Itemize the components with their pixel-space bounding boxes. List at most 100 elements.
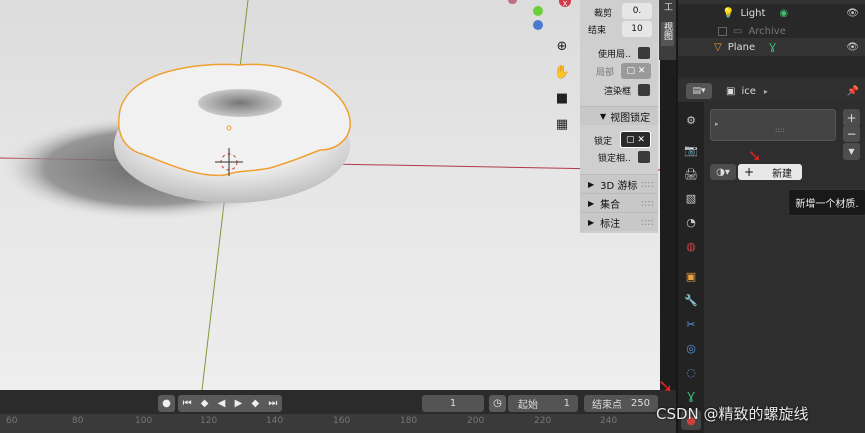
drag-handle-icon[interactable]: ::::: [641, 179, 654, 190]
light-icon: 💡: [722, 7, 735, 19]
gizmo-z-dot[interactable]: [533, 20, 543, 30]
tooltip: 新增一个材质.: [788, 189, 865, 216]
end-label: 结束: [588, 25, 607, 36]
prev-keyframe-icon[interactable]: ◆: [201, 398, 209, 409]
material-properties: ▸ :::: + − ▼ ◑▾ + 新建 新增一个材质. ➘: [704, 102, 865, 433]
ruler-tick: 240: [600, 416, 618, 426]
lock-object-field[interactable]: ▢ ✕: [620, 131, 651, 148]
eye-icon[interactable]: 👁: [846, 8, 859, 19]
cursor-panel-header[interactable]: ▶ 3D 游标 ::::: [580, 174, 658, 193]
outliner-item-name: Light: [740, 7, 766, 19]
lock-relative-checkbox[interactable]: [638, 151, 650, 163]
chevron-right-icon: ▶: [588, 179, 595, 189]
material-slot-list[interactable]: ▸ ::::: [710, 109, 836, 141]
annotation-panel-label: 标注: [600, 218, 621, 230]
end-field[interactable]: 10: [622, 21, 652, 37]
ruler-tick: 120: [200, 416, 218, 426]
jump-end-icon[interactable]: ⏭: [268, 398, 277, 409]
use-local-checkbox[interactable]: [638, 47, 650, 59]
use-local-label: 使用局..: [598, 49, 631, 60]
constraints-tab-icon[interactable]: ◌: [681, 362, 701, 382]
archive-icon: ▭: [733, 25, 743, 37]
local-object-field[interactable]: ▢ ✕: [621, 63, 651, 79]
chevron-down-icon[interactable]: ▼: [843, 143, 860, 160]
pin-icon[interactable]: 📌: [847, 86, 859, 97]
play-reverse-icon[interactable]: ◀: [218, 398, 226, 409]
watermark: CSDN @精致的螺旋线: [656, 405, 809, 423]
tool-tab-icon[interactable]: ⚙: [681, 110, 701, 130]
drag-handle-icon[interactable]: ::::: [641, 217, 654, 228]
ruler-tick: 60: [6, 416, 18, 426]
camera-icon[interactable]: ■: [553, 89, 571, 107]
new-material-button[interactable]: + 新建: [738, 164, 802, 180]
stopwatch-icon[interactable]: ◷: [489, 395, 506, 412]
properties-tabs: ⚙ 📷 🖨 ▧ ◔ ◍ ▣ 🔧 ✂ ◎ ◌ Ɣ ●: [678, 102, 704, 433]
local-label: 局部: [596, 67, 615, 78]
outliner-row-light[interactable]: 💡 Light ◉ 👁: [678, 4, 865, 22]
world-tab-icon[interactable]: ◍: [681, 236, 701, 256]
tab-tool[interactable]: 工具: [661, 2, 674, 18]
editor-type-button[interactable]: ▤▾: [686, 83, 712, 99]
play-icon[interactable]: ▶: [235, 398, 243, 409]
modifier-tab-icon[interactable]: 🔧: [681, 290, 701, 310]
view-layer-tab-icon[interactable]: ▧: [681, 188, 701, 208]
render-tab-icon[interactable]: 📷: [681, 140, 701, 160]
tab-view[interactable]: 视图: [661, 22, 674, 46]
outliner-item-name: Plane: [727, 41, 756, 53]
next-keyframe-icon[interactable]: ◆: [251, 398, 259, 409]
light-data-icon: ◉: [779, 7, 789, 19]
n-panel-tab-strip: 工具 视图: [659, 0, 676, 60]
collection-panel-label: 集合: [600, 199, 621, 211]
add-slot-button[interactable]: +: [843, 109, 860, 126]
clip-field[interactable]: 0.: [622, 3, 652, 19]
ruler-tick: 180: [400, 416, 418, 426]
ruler-tick: 160: [333, 416, 351, 426]
material-browse-button[interactable]: ◑▾: [710, 164, 736, 180]
grid-icon[interactable]: ▦: [553, 115, 571, 133]
start-frame-field[interactable]: 起始 1: [508, 395, 578, 412]
n-panel: 裁剪 0. 结束 10 使用局.. 局部 ▢ ✕ 渲染框 ▼ 视图锁定 锁定 ▢…: [580, 0, 658, 233]
chevron-right-icon: ▸: [763, 86, 768, 96]
scene-tab-icon[interactable]: ◔: [681, 212, 701, 232]
ruler-tick: 100: [135, 416, 153, 426]
ruler-tick: 200: [467, 416, 485, 426]
drag-handle-icon[interactable]: ::::: [641, 198, 654, 209]
zoom-icon[interactable]: ⊕: [553, 37, 571, 55]
render-region-checkbox[interactable]: [638, 84, 650, 96]
frame-ruler[interactable]: 60 80 100 120 140 160 180 200 220 240: [0, 414, 676, 433]
ruler-tick: 140: [266, 416, 284, 426]
eye-icon[interactable]: 👁: [846, 42, 859, 53]
gizmo-y-dot[interactable]: [533, 6, 543, 16]
clip-label: 裁剪: [594, 8, 613, 19]
jump-start-icon[interactable]: ⏮: [183, 398, 192, 409]
start-value: 1: [563, 398, 570, 409]
cursor-panel-label: 3D 游标: [600, 180, 638, 192]
hand-pan-icon[interactable]: ✋: [553, 63, 571, 81]
3d-viewport[interactable]: X ⊕ ✋ ■ ▦ 裁剪 0. 结束 10 使用局.. 局部 ▢ ✕ 渲染框 ▼…: [0, 0, 660, 390]
object-icon: ▣: [726, 85, 736, 97]
current-frame-field[interactable]: 1: [422, 395, 484, 412]
outliner-row-plane[interactable]: ▽ Plane Ɣ 👁: [678, 38, 865, 56]
chevron-right-icon: ▶: [588, 198, 595, 208]
checkbox-icon[interactable]: [718, 26, 727, 36]
annotation-arrow: ➘: [658, 376, 674, 397]
lock-relative-label: 锁定相..: [598, 153, 631, 164]
collection-panel-header[interactable]: ▶ 集合 ::::: [580, 193, 658, 212]
object-tab-icon[interactable]: ▣: [681, 266, 701, 286]
drag-handle-icon[interactable]: ::::: [775, 126, 784, 134]
mesh-object-icon: ▽: [714, 41, 722, 53]
end-label: 结束点: [592, 400, 622, 411]
scene-canvas[interactable]: [0, 0, 660, 390]
end-frame-field[interactable]: 结束点 250: [584, 395, 658, 412]
end-value: 250: [630, 398, 650, 409]
remove-slot-button[interactable]: −: [843, 125, 860, 142]
timeline: ● ⏮ ◆ ◀ ▶ ◆ ⏭ 1 ◷ 起始 1 结束点 250 60 80 100…: [0, 390, 676, 433]
record-button[interactable]: ●: [158, 395, 175, 412]
output-tab-icon[interactable]: 🖨: [681, 164, 701, 184]
view-lock-header[interactable]: ▼ 视图锁定: [580, 106, 658, 125]
physics-tab-icon[interactable]: ◎: [681, 338, 701, 358]
annotation-panel-header[interactable]: ▶ 标注 ::::: [580, 212, 658, 231]
donut-hole: [198, 89, 282, 117]
outliner[interactable]: 💡 Light ◉ 👁 ▭ Archive ▽ Plane Ɣ 👁: [678, 0, 865, 78]
particles-tab-icon[interactable]: ✂: [681, 314, 701, 334]
